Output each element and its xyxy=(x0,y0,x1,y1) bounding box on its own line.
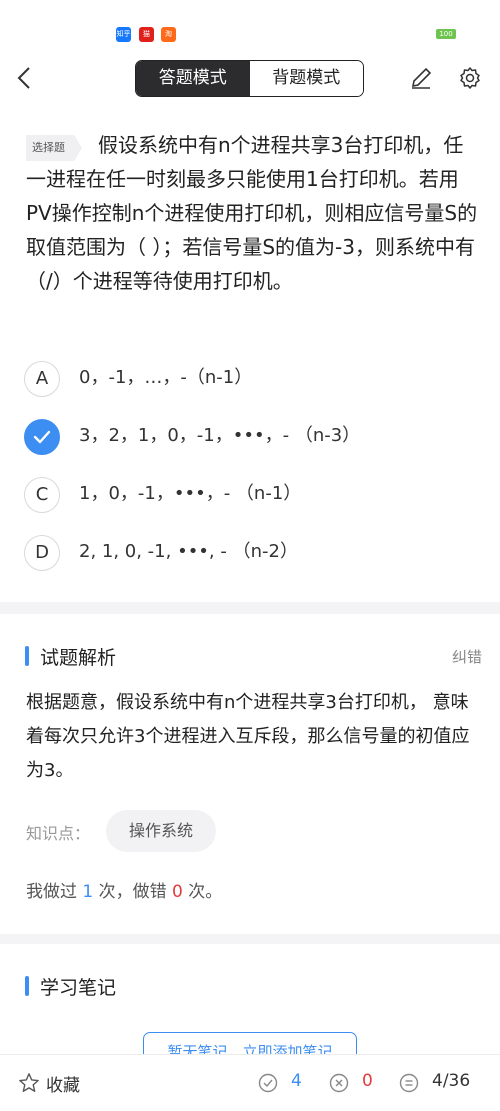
section-accent-bar xyxy=(25,976,29,996)
correct-count: 4 xyxy=(291,1071,302,1091)
mode-switch: 答题模式 背题模式 xyxy=(135,60,364,97)
stats-prefix: 我做过 xyxy=(26,882,77,902)
option-a-letter: A xyxy=(24,361,60,397)
progress-indicator[interactable]: 4/36 xyxy=(432,1071,470,1091)
back-arrow-icon[interactable] xyxy=(14,66,36,90)
attempt-stats: 我做过 1 次，做错 0 次。 xyxy=(26,877,222,902)
tmall-app-icon: 猫 xyxy=(139,27,154,42)
option-c-letter: C xyxy=(24,477,60,513)
option-b-checkmark xyxy=(24,419,60,455)
wrong-count-bottom: 0 xyxy=(362,1071,373,1091)
option-d-text: 2, 1, 0, -1, •••, - （n-2） xyxy=(79,541,298,562)
done-count: 1 xyxy=(82,882,94,902)
tab-recite-mode[interactable]: 背题模式 xyxy=(249,61,363,96)
stats-suffix: 次。 xyxy=(188,882,223,902)
report-error-link[interactable]: 纠错 xyxy=(452,646,482,667)
knowledge-label: 知识点： xyxy=(26,824,91,843)
taobao-app-icon: 淘 xyxy=(161,27,176,42)
stats-mid: 次，做错 xyxy=(98,882,167,902)
question-card: 假设系统中有n个进程共享3台打印机，任一进程在任一时刻最多只能使用1台打印机。若… xyxy=(0,104,500,602)
section-accent-bar xyxy=(25,646,29,666)
zhihu-app-icon: 知乎 xyxy=(116,27,131,42)
analysis-text: 根据题意，假设系统中有n个进程共享3台打印机， 意味着每次只允许3个进程进入互斥… xyxy=(26,692,470,781)
question-list-icon[interactable] xyxy=(399,1073,419,1093)
pencil-edit-icon[interactable] xyxy=(409,66,433,90)
option-b-text: 3，2，1，0，-1，•••，- （n-3） xyxy=(79,425,361,446)
analysis-card: 试题解析 纠错 根据题意，假设系统中有n个进程共享3台打印机， 意味着每次只允许… xyxy=(0,614,500,934)
gear-icon[interactable] xyxy=(458,66,482,90)
option-d-letter: D xyxy=(24,535,60,571)
bottom-bar: 收藏 4 0 4/36 xyxy=(0,1054,500,1111)
wrong-count: 0 xyxy=(172,882,183,902)
top-nav: 答题模式 背题模式 xyxy=(0,52,500,104)
option-c[interactable]: C 1，0，-1，•••，- （n-1） xyxy=(24,477,484,515)
notes-title: 学习笔记 xyxy=(40,977,117,999)
favorite-label[interactable]: 收藏 xyxy=(46,1071,80,1096)
option-a-text: 0，-1，…，-（n-1） xyxy=(79,367,253,388)
option-b[interactable]: 3，2，1，0，-1，•••，- （n-3） xyxy=(24,419,484,457)
option-a[interactable]: A 0，-1，…，-（n-1） xyxy=(24,361,484,399)
correct-circle-icon xyxy=(258,1073,278,1093)
question-type-tag: 选择题 xyxy=(26,135,82,161)
wrong-circle-icon xyxy=(329,1073,349,1093)
analysis-title: 试题解析 xyxy=(40,647,117,669)
tab-answer-mode[interactable]: 答题模式 xyxy=(136,61,250,96)
knowledge-tag[interactable]: 操作系统 xyxy=(106,810,216,852)
battery-icon: 100 xyxy=(436,29,456,39)
option-d[interactable]: D 2, 1, 0, -1, •••, - （n-2） xyxy=(24,535,484,573)
checkmark-icon xyxy=(33,430,51,444)
option-c-text: 1，0，-1，•••，- （n-1） xyxy=(79,483,302,504)
status-bar: 知乎 猫 淘 100 xyxy=(0,0,500,52)
star-icon[interactable] xyxy=(18,1072,40,1094)
question-text: 假设系统中有n个进程共享3台打印机，任一进程在任一时刻最多只能使用1台打印机。若… xyxy=(26,133,478,293)
